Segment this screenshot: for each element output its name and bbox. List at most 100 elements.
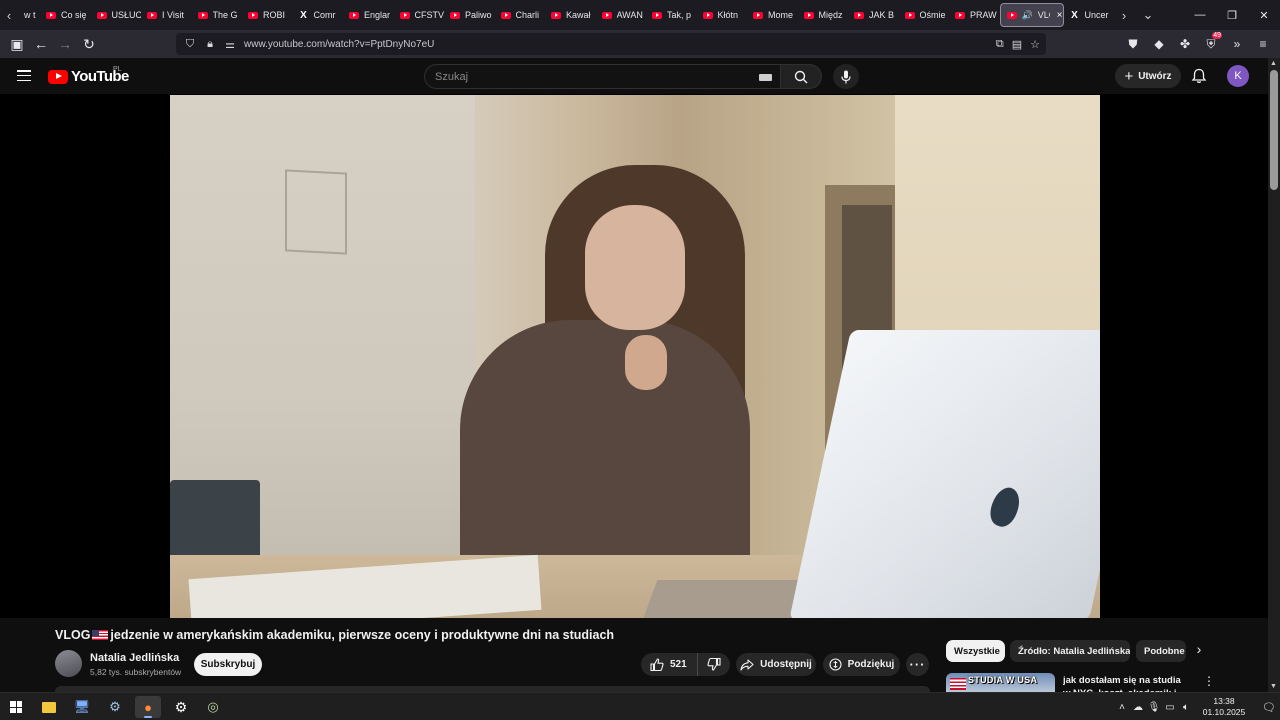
app-taskbar-icon[interactable]: ◎	[200, 696, 226, 718]
tab-active[interactable]: 🔊 VLG ×	[999, 3, 1064, 27]
tab-4[interactable]: The G	[192, 3, 243, 27]
tray-overflow-icon[interactable]: ˄	[1114, 702, 1130, 713]
channel-avatar[interactable]	[55, 650, 82, 677]
recommendation-menu-icon[interactable]: ⋮	[1203, 674, 1215, 688]
speaker-icon[interactable]: 🔊	[1022, 10, 1033, 21]
dislike-button[interactable]	[698, 653, 730, 676]
tab-11[interactable]: Kawał	[545, 3, 596, 27]
recommendation-title[interactable]: jak dostałam się na studia w NYC, koszt,…	[1063, 674, 1185, 692]
tab-15[interactable]: Mome	[747, 3, 798, 27]
youtube-favicon-icon	[854, 11, 864, 19]
tab-9[interactable]: Paliwo	[444, 3, 495, 27]
address-bar[interactable]: ⛉ 🔒︎ ⚌ www.youtube.com/watch?v=PptDnyNo7…	[176, 33, 1046, 55]
tab-13[interactable]: Tak, p	[646, 3, 697, 27]
voice-search-button[interactable]	[833, 64, 859, 89]
video-frame[interactable]	[170, 95, 1100, 618]
tab-label: Ośmie	[919, 10, 946, 20]
onedrive-cloud-icon[interactable]: ☁	[1130, 702, 1146, 713]
youtube-favicon-icon	[904, 11, 915, 19]
thumbs-down-icon	[707, 658, 721, 671]
create-button[interactable]: + Utwórz	[1115, 64, 1181, 88]
tabs-scroll-left-icon[interactable]: ‹	[0, 0, 18, 30]
thanks-button[interactable]: Podziękuj	[823, 653, 900, 676]
chip-0[interactable]: Wszystkie	[946, 640, 1005, 662]
volume-icon[interactable]: 🔈︎	[1178, 702, 1194, 713]
channel-name[interactable]: Natalia Jedlińska	[90, 652, 179, 664]
tab-close-icon[interactable]: ×	[1057, 10, 1063, 21]
notifications-icon[interactable]: 🗨︎	[1258, 701, 1280, 714]
tab-0[interactable]: w t	[18, 3, 40, 27]
tab-10[interactable]: Charli	[495, 3, 546, 27]
chip-1[interactable]: Źródło: Natalia Jedlińska	[1010, 640, 1130, 662]
steam-icon[interactable]: ⚙︎	[102, 696, 128, 718]
video-player[interactable]	[0, 94, 1268, 618]
scroll-down-icon[interactable]: ▼	[1270, 683, 1277, 690]
overflow-menu-icon[interactable]: »	[1224, 37, 1250, 51]
reader-view-icon[interactable]: ▤	[1012, 38, 1022, 51]
guide-menu-icon[interactable]	[17, 70, 31, 81]
picture-in-picture-icon[interactable]: ⧉	[996, 38, 1004, 51]
tabs-scroll-right-icon[interactable]: ›	[1112, 8, 1136, 23]
chips-next-icon[interactable]: ›	[1190, 641, 1208, 661]
restore-icon[interactable]: ❐	[1216, 9, 1248, 22]
reload-icon[interactable]: ↻	[77, 32, 101, 56]
tab-6[interactable]: X Comr	[293, 3, 344, 27]
tab-label: PRAW	[970, 10, 997, 20]
tab-16[interactable]: Międz	[798, 3, 849, 27]
page-scrollbar[interactable]: ▲ ▼	[1268, 58, 1280, 692]
tab-3[interactable]: I Visit	[141, 3, 192, 27]
microphone-tray-icon[interactable]: 🎙︎	[1146, 702, 1162, 713]
tracking-shield-icon[interactable]: ⛉	[184, 38, 196, 51]
forward-icon[interactable]: →	[53, 32, 77, 56]
subscribe-button[interactable]: Subskrybuj	[194, 653, 262, 676]
taskbar-clock[interactable]: 13:38 01.10.2025	[1198, 696, 1250, 718]
firefox-taskbar-icon[interactable]: ●	[135, 696, 161, 718]
tab-7[interactable]: Englar	[343, 3, 394, 27]
youtube-favicon-icon	[551, 11, 561, 19]
privacy-extension-icon[interactable]: ⛊	[1120, 37, 1146, 52]
sidebar-toggle-icon[interactable]: ▣	[5, 32, 29, 56]
settings-gear-icon[interactable]: ⚙	[168, 696, 194, 718]
notifications-bell-icon[interactable]	[1190, 67, 1208, 85]
close-window-icon[interactable]: ✕	[1248, 9, 1280, 22]
scrollbar-thumb[interactable]	[1270, 70, 1278, 190]
lock-icon[interactable]: 🔒︎	[204, 38, 216, 51]
tab-19[interactable]: PRAW	[949, 3, 1000, 27]
chip-2[interactable]: Podobne	[1136, 640, 1186, 662]
url-text[interactable]: www.youtube.com/watch?v=PptDnyNo7eU	[244, 39, 434, 50]
tab-17[interactable]: JAK B	[848, 3, 899, 27]
like-button[interactable]: 521	[641, 653, 698, 676]
search-button[interactable]	[781, 64, 822, 89]
bookmark-star-icon[interactable]: ☆	[1030, 38, 1040, 51]
tab-8[interactable]: CFSTV	[394, 3, 444, 27]
extensions-puzzle-icon[interactable]: ✤	[1172, 37, 1198, 51]
us-flag-icon	[92, 630, 109, 640]
more-actions-button[interactable]: ···	[906, 653, 929, 676]
back-icon[interactable]: ←	[29, 32, 53, 56]
file-explorer-icon[interactable]	[36, 696, 62, 718]
tab-label: I Visit	[162, 10, 184, 20]
adblock-extension-icon[interactable]: ⛨ 49	[1198, 31, 1224, 52]
share-button[interactable]: Udostępnij	[736, 653, 816, 676]
tab-2[interactable]: USŁUC	[91, 3, 141, 27]
search-input[interactable]: Szukaj	[424, 64, 781, 89]
scene-person-face	[585, 205, 685, 330]
remote-desktop-icon[interactable]: 🖥︎	[69, 696, 95, 718]
tab-last[interactable]: X Uncer	[1064, 3, 1115, 27]
firefox-account-icon[interactable]: ◆	[1146, 37, 1172, 51]
recommendation-thumbnail[interactable]: STUDIA W USA	[946, 673, 1055, 692]
account-avatar[interactable]: K	[1227, 65, 1249, 87]
app-menu-icon[interactable]: ≡	[1250, 37, 1276, 51]
tab-14[interactable]: Kłótn	[697, 3, 748, 27]
permissions-icon[interactable]: ⚌	[224, 38, 236, 51]
tab-5[interactable]: ROBI	[242, 3, 293, 27]
tab-18[interactable]: Ośmie	[899, 3, 950, 27]
minimize-icon[interactable]: —	[1184, 9, 1216, 22]
list-all-tabs-icon[interactable]: ⌄	[1136, 7, 1160, 23]
tab-12[interactable]: AWAN	[596, 3, 647, 27]
scroll-up-icon[interactable]: ▲	[1270, 60, 1277, 67]
start-button[interactable]	[3, 696, 29, 718]
network-icon[interactable]: ▭	[1162, 702, 1178, 713]
tab-1[interactable]: Co się	[40, 3, 91, 27]
keyboard-icon[interactable]	[759, 74, 772, 81]
